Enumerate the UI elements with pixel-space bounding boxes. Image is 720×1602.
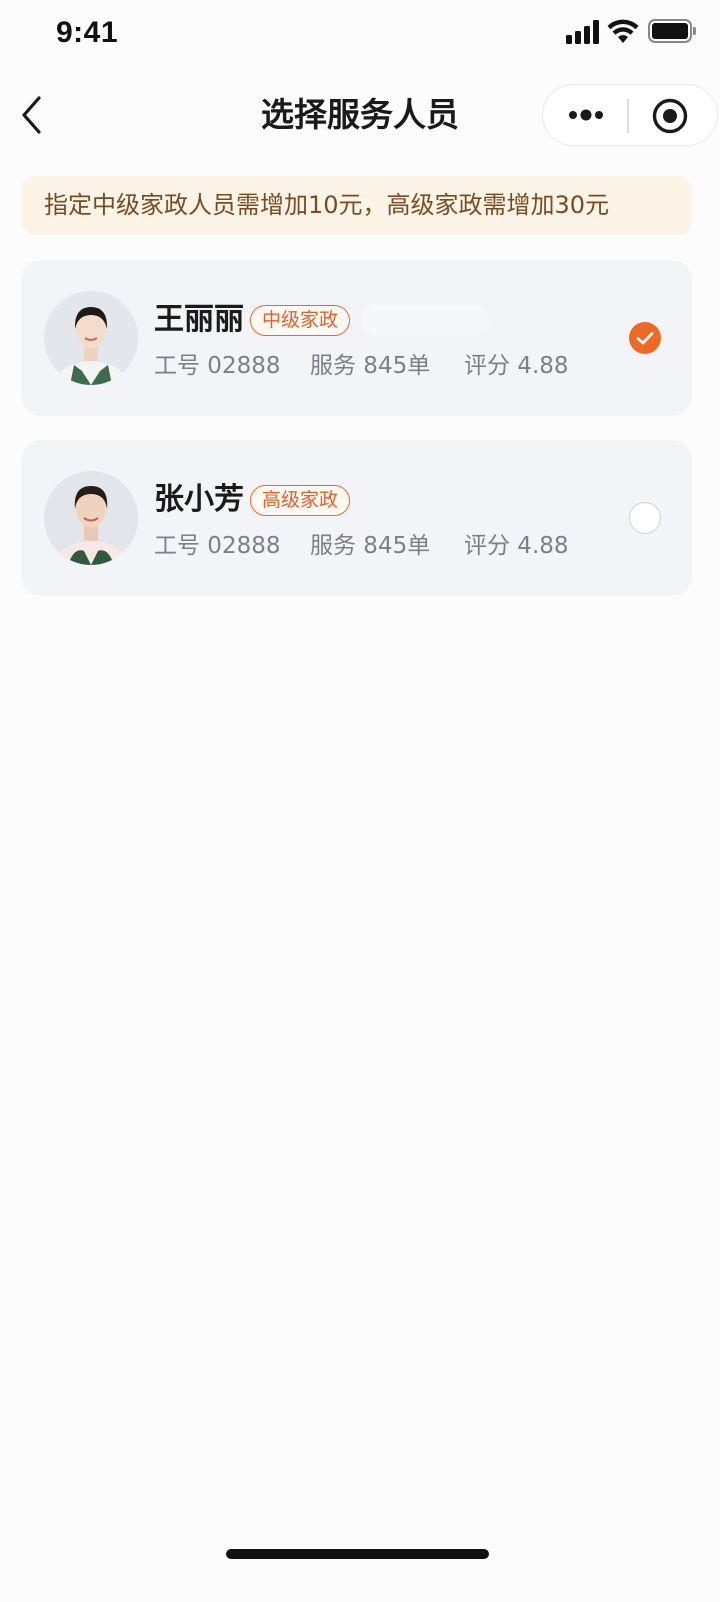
worker-id: 工号 02888 <box>154 533 281 559</box>
status-bar: 9:41 <box>0 0 720 72</box>
page: 9:41 选择服务人员 指定中级家政人员需增加10元，高级家政需增加30元 王丽… <box>0 0 720 1602</box>
mini-program-capsule <box>542 84 718 146</box>
selected-check-icon[interactable] <box>629 322 661 354</box>
empty-tag-placeholder <box>361 305 489 336</box>
battery-icon <box>648 19 696 43</box>
worker-avatar <box>44 471 138 565</box>
worker-service-count: 服务 845单 <box>310 353 431 379</box>
close-mini-program-icon[interactable] <box>651 97 689 135</box>
capsule-divider <box>627 99 629 133</box>
wifi-icon <box>607 19 639 43</box>
worker-rating: 评分 4.88 <box>464 533 569 559</box>
status-time: 9:41 <box>56 16 119 49</box>
worker-level-badge: 中级家政 <box>250 305 351 336</box>
worker-card[interactable]: 张小芳 高级家政 工号 02888 服务 845单 评分 4.88 <box>21 440 692 596</box>
worker-name: 王丽丽 <box>154 302 244 337</box>
worker-level-badge: 高级家政 <box>250 485 351 516</box>
worker-name: 张小芳 <box>154 482 244 517</box>
worker-rating: 评分 4.88 <box>464 353 569 379</box>
nav-bar: 选择服务人员 <box>0 80 720 152</box>
more-options-icon[interactable] <box>567 103 607 127</box>
cellular-signal-icon <box>566 20 600 44</box>
worker-service-count: 服务 845单 <box>310 533 431 559</box>
home-indicator <box>226 1549 489 1559</box>
back-arrow-icon[interactable] <box>16 94 48 136</box>
worker-id: 工号 02888 <box>154 353 281 379</box>
surcharge-notice: 指定中级家政人员需增加10元，高级家政需增加30元 <box>22 176 691 235</box>
page-title: 选择服务人员 <box>261 95 459 134</box>
worker-avatar <box>44 291 138 385</box>
unselected-radio-icon[interactable] <box>629 502 661 534</box>
worker-card[interactable]: 王丽丽 中级家政 工号 02888 服务 845单 评分 4.88 <box>21 260 692 416</box>
